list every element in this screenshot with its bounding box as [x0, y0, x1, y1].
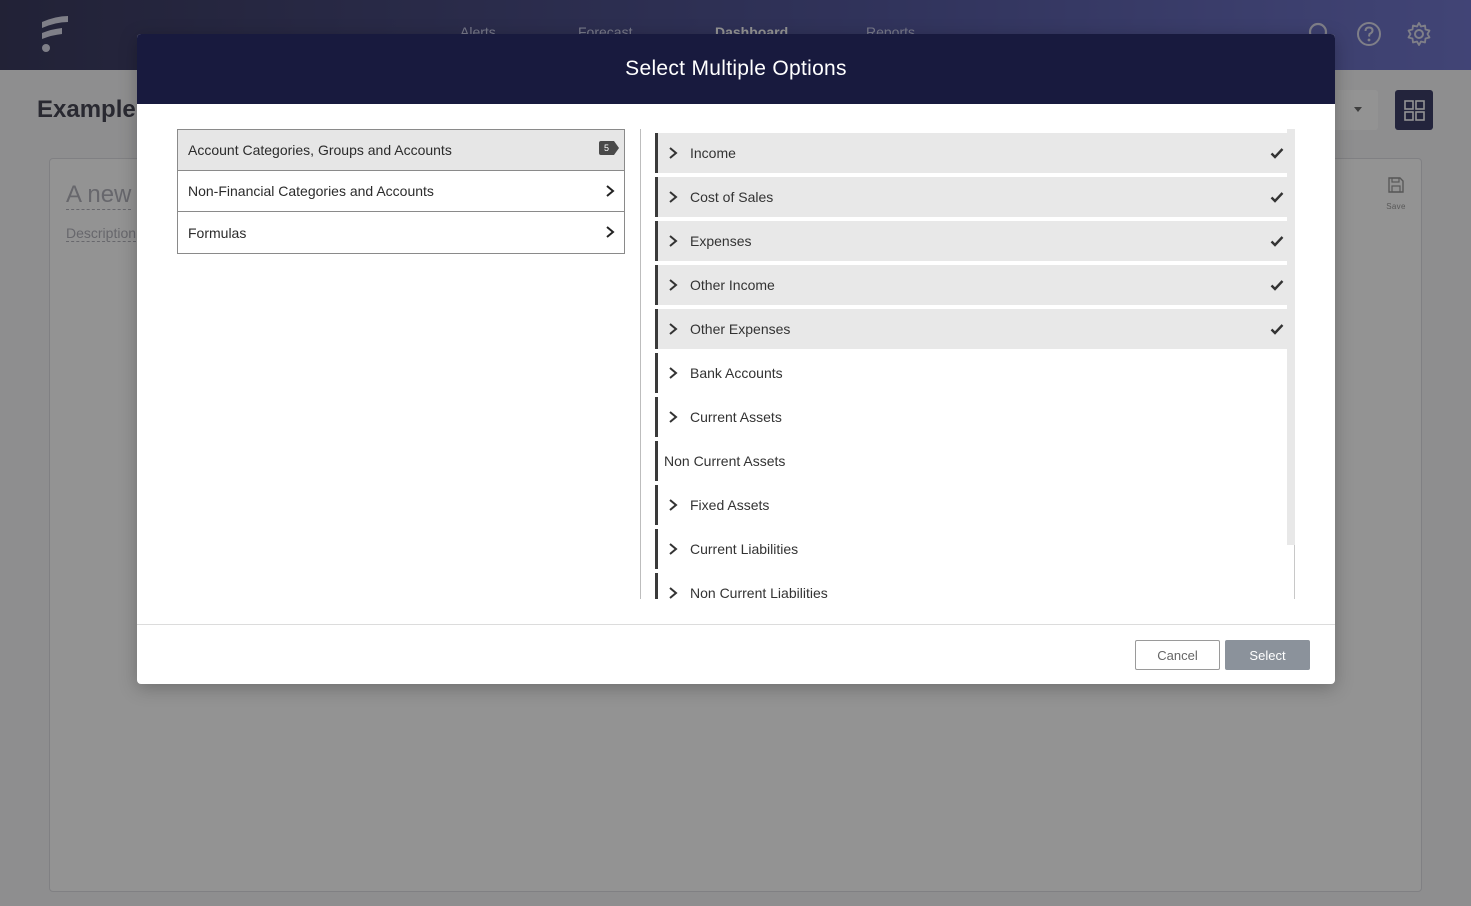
- option-row[interactable]: Expenses: [655, 221, 1294, 261]
- chevron-right-icon[interactable]: [668, 190, 678, 204]
- check-icon: [1270, 236, 1284, 247]
- chevron-right-icon: [606, 185, 615, 197]
- category-label: Account Categories, Groups and Accounts: [188, 142, 452, 158]
- option-row[interactable]: Cost of Sales: [655, 177, 1294, 217]
- option-label: Fixed Assets: [690, 497, 770, 513]
- option-label: Non Current Assets: [664, 453, 786, 469]
- option-label: Income: [690, 145, 736, 161]
- category-label: Non-Financial Categories and Accounts: [188, 183, 434, 199]
- cancel-button[interactable]: Cancel: [1135, 640, 1220, 670]
- chevron-right-icon[interactable]: [668, 542, 678, 556]
- option-row[interactable]: Non Current Liabilities: [655, 573, 1294, 599]
- option-row[interactable]: Non Current Assets: [655, 441, 1294, 481]
- select-button[interactable]: Select: [1225, 640, 1310, 670]
- selected-count-badge: 5: [598, 141, 620, 155]
- option-label: Current Assets: [690, 409, 782, 425]
- category-formulas[interactable]: Formulas: [178, 212, 624, 253]
- category-list: Account Categories, Groups and Accounts …: [177, 129, 625, 254]
- footer-divider: [137, 624, 1335, 625]
- check-icon: [1270, 280, 1284, 291]
- check-icon: [1270, 148, 1284, 159]
- select-options-modal: Select Multiple Options Account Categori…: [137, 34, 1335, 684]
- option-row[interactable]: Current Liabilities: [655, 529, 1294, 569]
- chevron-right-icon[interactable]: [668, 498, 678, 512]
- option-label: Cost of Sales: [690, 189, 774, 205]
- category-label: Formulas: [188, 224, 247, 241]
- modal-header: Select Multiple Options: [137, 34, 1335, 104]
- option-row[interactable]: Income: [655, 133, 1294, 173]
- chevron-right-icon[interactable]: [668, 322, 678, 336]
- option-label: Other Expenses: [690, 321, 791, 337]
- option-label: Non Current Liabilities: [690, 585, 828, 599]
- chevron-right-icon[interactable]: [668, 366, 678, 380]
- option-row[interactable]: Current Assets: [655, 397, 1294, 437]
- chevron-right-icon[interactable]: [668, 146, 678, 160]
- chevron-right-icon[interactable]: [668, 278, 678, 292]
- panel-divider: [640, 129, 641, 599]
- option-row[interactable]: Bank Accounts: [655, 353, 1294, 393]
- category-account-categories[interactable]: Account Categories, Groups and Accounts …: [178, 130, 624, 171]
- option-label: Current Liabilities: [690, 541, 799, 557]
- option-row[interactable]: Fixed Assets: [655, 485, 1294, 525]
- chevron-right-icon: [606, 226, 615, 238]
- options-list[interactable]: Income Cost of Sales Expenses Other Income O…: [655, 129, 1295, 599]
- category-non-financial[interactable]: Non-Financial Categories and Accounts: [178, 171, 624, 212]
- option-row[interactable]: Other Income: [655, 265, 1294, 305]
- modal-title: Select Multiple Options: [625, 57, 847, 80]
- chevron-right-icon[interactable]: [668, 234, 678, 248]
- chevron-right-icon[interactable]: [668, 410, 678, 424]
- check-icon: [1270, 324, 1284, 335]
- option-row[interactable]: Other Expenses: [655, 309, 1294, 349]
- option-label: Expenses: [690, 233, 752, 249]
- check-icon: [1270, 192, 1284, 203]
- chevron-right-icon[interactable]: [668, 586, 678, 599]
- option-label: Bank Accounts: [690, 365, 783, 381]
- option-label: Other Income: [690, 277, 775, 293]
- options-scrollbar[interactable]: [1287, 129, 1295, 545]
